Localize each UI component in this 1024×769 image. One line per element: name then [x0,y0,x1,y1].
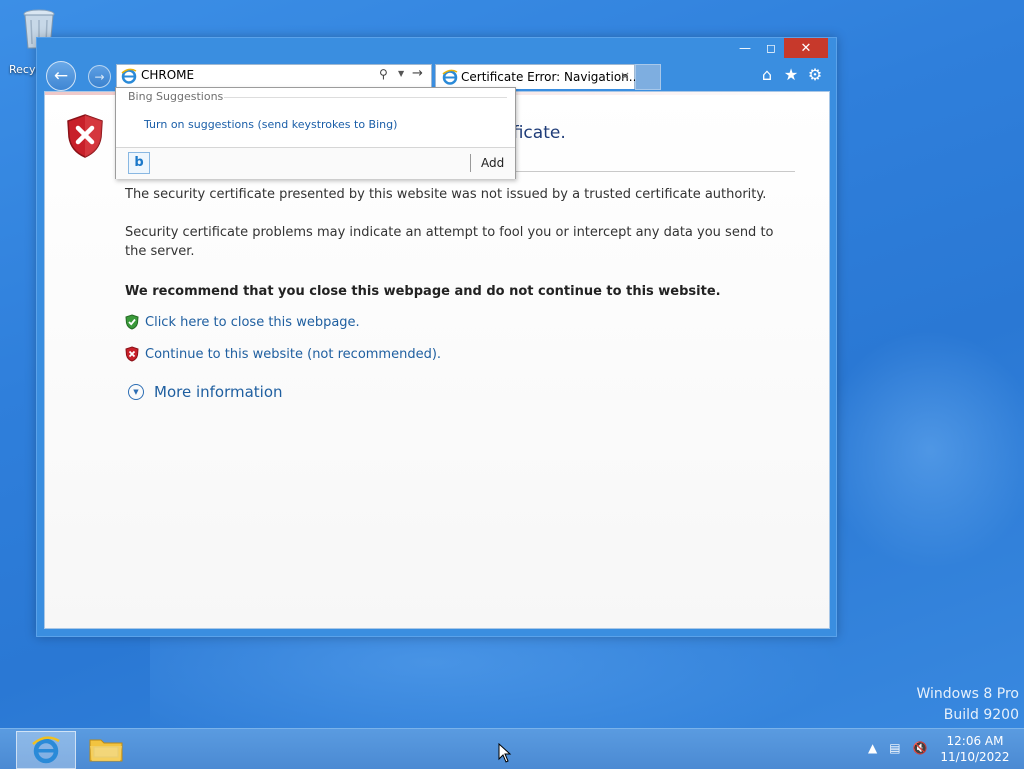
favorites-icon[interactable]: ★ [782,66,800,84]
mouse-cursor-icon [498,743,512,763]
recommendation-text: We recommend that you close this webpage… [125,284,721,299]
taskbar: ▲ ▤ 🔇 12:06 AM 11/10/2022 [0,728,1024,769]
back-button[interactable]: ← [46,61,76,91]
network-icon[interactable]: ▤ [889,741,900,755]
close-page-link[interactable]: Click here to close this webpage. [145,315,360,330]
maximize-button[interactable]: ◻ [758,38,784,58]
address-bar[interactable]: ⚲ ▼ → [116,64,432,88]
close-button[interactable]: ✕ [784,38,828,58]
shield-error-small-icon [125,346,139,362]
bing-icon[interactable]: b [128,152,150,174]
address-input[interactable] [141,67,371,83]
tab-close-icon[interactable]: × [620,69,630,83]
ie-icon [121,68,137,84]
page-title: ificate. [508,123,566,143]
home-icon[interactable]: ⌂ [758,66,776,84]
taskbar-ie-button[interactable] [16,731,76,769]
watermark-edition: Windows 8 Pro [916,686,1019,702]
gear-icon[interactable]: ⚙ [806,66,824,84]
volume-muted-icon[interactable]: 🔇 [913,741,928,755]
search-icon[interactable]: ⚲ [379,67,388,81]
system-tray: ▲ ▤ 🔇 [868,741,928,755]
footer-separator [470,154,471,172]
message-paragraph-1: The security certificate presented by th… [125,187,767,202]
turn-on-suggestions-link[interactable]: Turn on suggestions (send keystrokes to … [144,118,397,131]
suggestions-heading: Bing Suggestions [128,90,224,103]
expand-icon: ▼ [128,384,144,400]
suggestions-divider [224,97,507,98]
continue-link[interactable]: Continue to this website (not recommende… [145,347,441,362]
add-provider-button[interactable]: Add [481,156,504,170]
new-tab-button[interactable] [635,64,661,90]
clock-time: 12:06 AM [946,734,1004,748]
forward-button[interactable]: → [88,65,111,88]
minimize-button[interactable]: — [732,38,758,58]
chevron-up-icon[interactable]: ▲ [868,741,877,755]
window-controls: — ◻ ✕ [732,38,828,58]
desktop-glow-right [820,330,1024,570]
chevron-down-icon[interactable]: ▼ [398,69,404,78]
back-icon: ← [53,66,69,86]
suggestions-dropdown: Bing Suggestions Turn on suggestions (se… [115,87,516,179]
watermark-build: Build 9200 [943,707,1019,723]
suggestions-footer: b Add [116,147,515,179]
tab-label: Certificate Error: Navigation... [461,70,641,84]
tab-certificate-error[interactable]: Certificate Error: Navigation... × [435,64,640,89]
toolbar-icons: ⌂ ★ ⚙ [758,66,824,84]
folder-icon[interactable] [88,735,124,763]
clock[interactable]: 12:06 AM 11/10/2022 [940,733,1010,765]
continue-row: Continue to this website (not recommende… [125,346,441,362]
shield-ok-icon [125,314,139,330]
more-information-label: More information [154,383,283,401]
ie-icon [32,736,60,764]
more-information-toggle[interactable]: ▼ More information [128,383,283,401]
forward-icon: → [94,69,105,84]
windows-watermark: Windows 8 Pro Build 9200 [916,684,1019,726]
ie-icon [442,69,458,85]
close-page-row: Click here to close this webpage. [125,314,360,330]
go-icon[interactable]: → [412,66,423,81]
clock-date: 11/10/2022 [940,750,1010,764]
message-paragraph-2: Security certificate problems may indica… [125,225,774,259]
shield-error-icon [67,114,103,158]
